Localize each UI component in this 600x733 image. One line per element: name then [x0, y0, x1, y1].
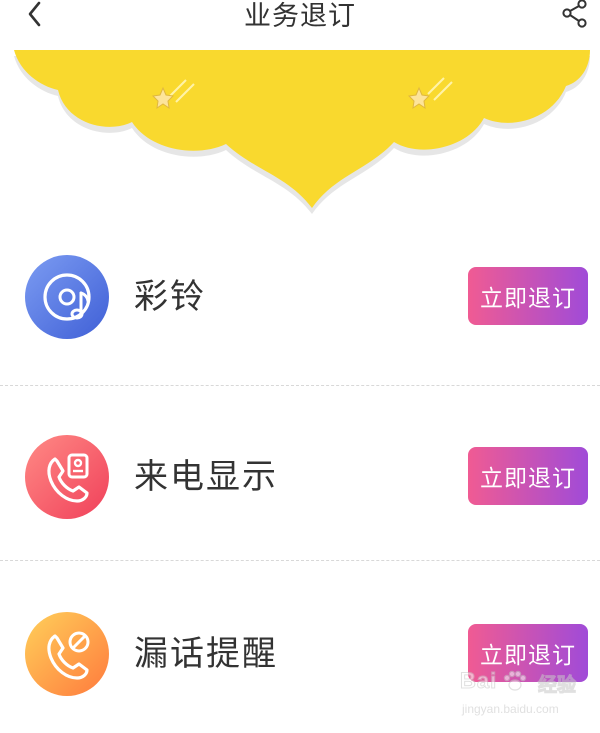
phone-incoming-icon: [25, 435, 109, 519]
paw-icon: [503, 670, 527, 691]
watermark-label: 经验: [537, 674, 577, 697]
service-row-ringback: 彩铃 立即退订: [0, 237, 600, 357]
baidu-watermark: Bai 经验 jingyan.baidu.com: [456, 666, 596, 730]
service-name: 漏话提醒: [134, 634, 278, 674]
watermark-url: jingyan.baidu.com: [462, 702, 559, 716]
phone-missed-icon: [25, 612, 109, 696]
music-disc-icon: [25, 255, 109, 339]
service-name: 彩铃: [134, 277, 206, 317]
service-row-caller-id: 来电显示 立即退订: [0, 417, 600, 537]
banner-cloud: [14, 50, 590, 214]
share-icon[interactable]: [558, 0, 590, 30]
watermark-logo-text: Bai: [459, 668, 498, 694]
unsubscribe-button[interactable]: 立即退订: [468, 447, 588, 505]
divider: [0, 560, 600, 561]
unsubscribe-button[interactable]: 立即退订: [468, 267, 588, 325]
divider: [0, 385, 600, 386]
top-bar: 业务退订: [0, 0, 600, 48]
page-title: 业务退订: [244, 1, 356, 32]
service-name: 来电显示: [134, 457, 278, 497]
